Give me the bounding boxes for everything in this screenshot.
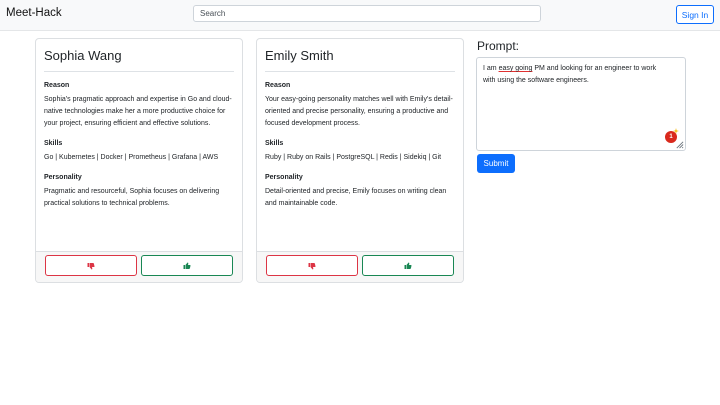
submit-button[interactable]: Submit [477, 154, 515, 173]
personality-heading: Personality [44, 174, 82, 181]
candidate-card: Sophia Wang Reason Sophia's pragmatic ap… [35, 38, 243, 283]
thumbs-down-icon [87, 262, 95, 269]
personality-heading: Personality [265, 174, 303, 181]
search-input[interactable] [193, 5, 541, 22]
skills-heading: Skills [44, 140, 63, 147]
reason-heading: Reason [44, 82, 70, 89]
prompt-textarea[interactable]: I am easy going PM and looking for an en… [476, 57, 686, 151]
thumbs-down-button[interactable] [266, 255, 358, 276]
reason-heading: Reason [265, 82, 291, 89]
thumbs-up-icon [404, 262, 412, 269]
reason-text: Your easy-going personality matches well… [265, 96, 453, 127]
skills-text: Go | Kubernetes | Docker | Prometheus | … [44, 154, 219, 161]
resize-grip-icon[interactable] [675, 140, 684, 149]
candidate-name: Sophia Wang [44, 48, 234, 72]
sign-in-button[interactable]: Sign In [676, 5, 714, 24]
thumbs-up-icon [183, 262, 191, 269]
card-footer [36, 251, 242, 282]
candidate-card: Emily Smith Reason Your easy-going perso… [256, 38, 464, 283]
card-footer [257, 251, 463, 282]
reason-text: Sophia's pragmatic approach and expertis… [44, 96, 232, 127]
card-body: Emily Smith Reason Your easy-going perso… [265, 39, 455, 210]
thumbs-up-button[interactable] [141, 255, 233, 276]
card-body: Sophia Wang Reason Sophia's pragmatic ap… [44, 39, 234, 210]
thumbs-down-button[interactable] [45, 255, 137, 276]
prompt-label: Prompt: [477, 39, 520, 53]
thumbs-up-button[interactable] [362, 255, 454, 276]
navbar: Meet-Hack Sign In [0, 0, 720, 31]
skills-heading: Skills [265, 140, 284, 147]
prompt-text-start: I am [483, 65, 499, 72]
personality-text: Detail-oriented and precise, Emily focus… [265, 188, 447, 207]
thumbs-down-icon [308, 262, 316, 269]
skills-text: Ruby | Ruby on Rails | PostgreSQL | Redi… [265, 154, 442, 161]
grammar-badge-count: 1 [669, 134, 673, 140]
sparkle-icon [673, 128, 679, 134]
prompt-text: I am easy going PM and looking for an en… [483, 63, 667, 87]
candidate-name: Emily Smith [265, 48, 455, 72]
spellcheck-flagged-word[interactable]: easy going [499, 65, 533, 72]
personality-text: Pragmatic and resourceful, Sophia focuse… [44, 188, 220, 207]
app-brand[interactable]: Meet-Hack [6, 7, 62, 19]
